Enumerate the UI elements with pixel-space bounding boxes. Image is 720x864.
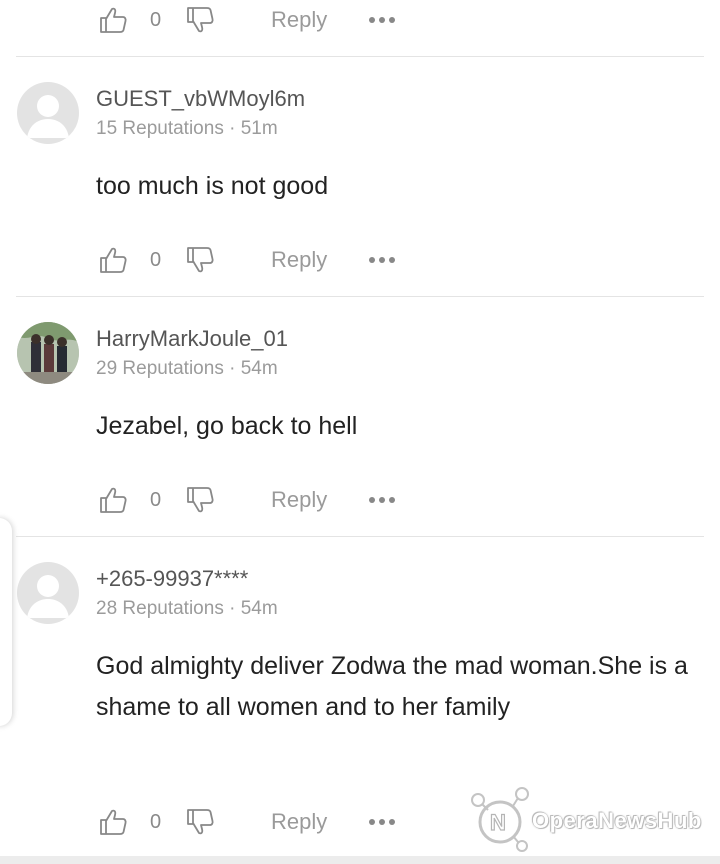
more-options-icon[interactable] [368,0,396,40]
comment-item: +265-99937**** 28 Reputations · 54m God … [0,562,720,782]
like-count: 0 [150,248,162,271]
thumbs-up-icon[interactable] [98,480,128,520]
default-user-icon[interactable] [17,82,79,144]
more-options-icon[interactable] [368,240,396,280]
divider [16,56,704,57]
divider [16,296,704,297]
comment-actions: 0 Reply [0,480,720,520]
more-options-icon[interactable] [368,480,396,520]
thumbs-down-icon[interactable] [185,480,215,520]
reply-button[interactable]: Reply [271,480,327,520]
more-options-icon[interactable] [368,802,396,842]
thumbs-up-icon[interactable] [98,240,128,280]
username[interactable]: GUEST_vbWMoyl6m [96,86,305,112]
reply-button[interactable]: Reply [271,240,327,280]
operanews-logo-icon: N [471,787,529,852]
like-count: 0 [150,488,162,511]
watermark: N OperaNewsHub [468,786,708,856]
username[interactable]: +265-99937**** [96,566,248,592]
bottom-bar [0,856,720,864]
comment-meta: 29 Reputations · 54m [96,358,278,379]
reply-button[interactable]: Reply [271,0,327,40]
thumbs-down-icon[interactable] [185,802,215,842]
like-count: 0 [150,810,162,833]
comment-actions: 0 Reply [0,0,720,40]
comment-meta: 28 Reputations · 54m [96,598,278,619]
thumbs-down-icon[interactable] [185,0,215,40]
thumbs-down-icon[interactable] [185,240,215,280]
like-count: 0 [150,8,162,31]
comment-text: Jezabel, go back to hell [96,412,358,440]
comment-text: too much is not good [96,172,329,200]
watermark-text: OperaNewsHub [532,808,702,833]
photo-avatar[interactable] [17,322,79,384]
username[interactable]: HarryMarkJoule_01 [96,326,288,352]
comment-meta: 15 Reputations · 51m [96,118,278,139]
thumbs-up-icon[interactable] [98,0,128,40]
edge-panel-handle[interactable] [0,518,12,726]
default-user-icon[interactable] [17,562,79,624]
divider [16,536,704,537]
comment-text: God almighty deliver Zodwa the mad woman… [96,652,688,721]
reply-button[interactable]: Reply [271,802,327,842]
comment-actions: 0 Reply [0,240,720,280]
thumbs-up-icon[interactable] [98,802,128,842]
svg-text:N: N [490,810,506,835]
